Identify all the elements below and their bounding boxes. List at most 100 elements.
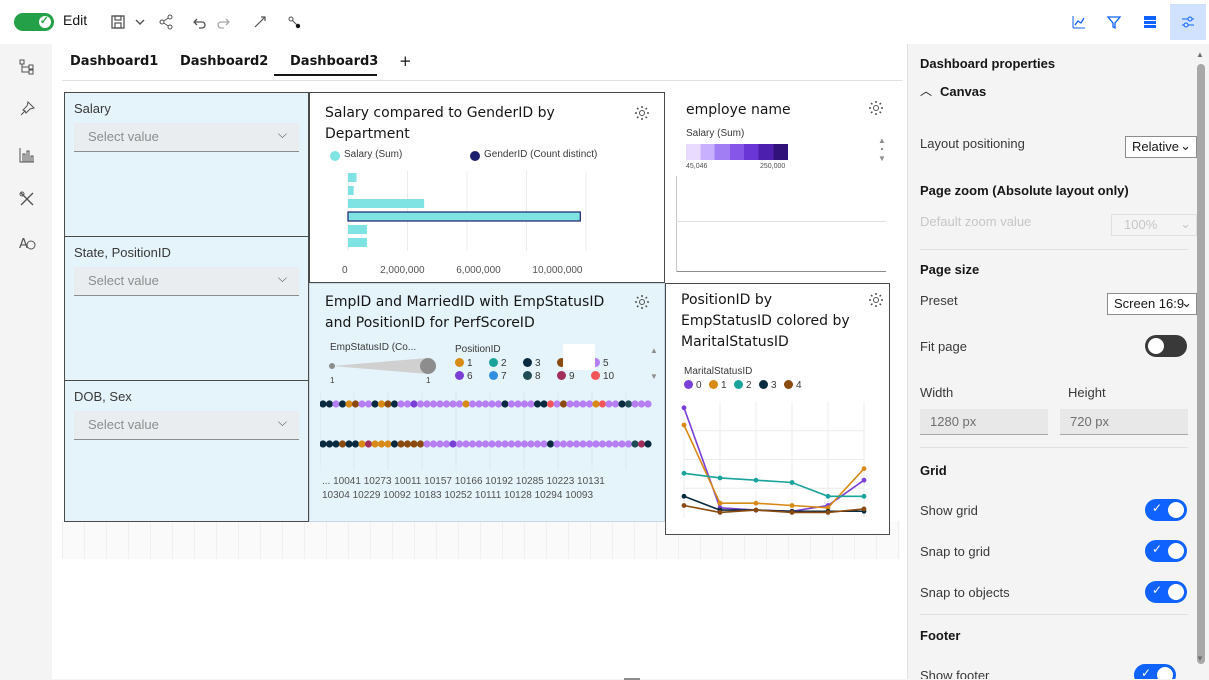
default-zoom-select[interactable]: 100% ⌄ xyxy=(1111,214,1197,236)
data-point xyxy=(462,440,470,448)
data-point xyxy=(371,440,379,448)
card-employe-name[interactable]: employe name Salary (Sum) 45,046 250,000… xyxy=(676,96,886,272)
data-point xyxy=(338,400,347,408)
collapse-icon[interactable] xyxy=(250,12,270,32)
layout-positioning-select[interactable]: Relative ⌄ xyxy=(1125,136,1197,158)
show-grid-toggle[interactable]: ✓ xyxy=(1145,499,1187,521)
data-point xyxy=(442,440,451,448)
data-point xyxy=(514,400,522,408)
tab-dashboard1[interactable]: Dashboard1 xyxy=(70,54,158,69)
x-axis-labels-line1: ... 10041 10273 10011 10157 10166 10192 … xyxy=(322,476,605,487)
undo-icon[interactable] xyxy=(189,12,209,32)
legend-item: 3 xyxy=(759,380,777,391)
marital-legend: 01234 xyxy=(684,380,864,394)
bar xyxy=(348,225,368,234)
card-position-empstatus[interactable]: PositionID by EmpStatusID colored by Mar… xyxy=(665,283,890,535)
data-point xyxy=(533,400,542,408)
scroll-down-icon[interactable]: ▼ xyxy=(1196,654,1204,663)
settings-icon[interactable] xyxy=(868,100,884,116)
data-point xyxy=(455,440,464,448)
preset-select[interactable]: Screen 16:9 ⌄ xyxy=(1107,293,1197,315)
edit-label: Edit xyxy=(63,12,88,28)
size-legend-title: EmpStatusID (Co... xyxy=(330,342,417,353)
card-salary-gender[interactable]: Salary compared to GenderID by Departmen… xyxy=(309,92,665,283)
data-point xyxy=(514,440,522,448)
data-point xyxy=(320,400,327,408)
data-point xyxy=(566,400,574,408)
card-title: EmpID and MarriedID with EmpStatusID and… xyxy=(325,294,605,331)
legend-item: 8 xyxy=(523,371,541,382)
text-edit-icon[interactable]: A xyxy=(18,234,38,254)
legend-item: 2 xyxy=(489,358,507,369)
settings-icon[interactable] xyxy=(634,294,650,310)
legend-scroll-up-icon[interactable]: ▲ xyxy=(650,346,658,355)
data-point xyxy=(358,440,366,448)
redo-icon[interactable] xyxy=(214,12,234,32)
height-label: Height xyxy=(1068,385,1106,400)
data-point xyxy=(501,400,509,408)
color-legend-title: PositionID xyxy=(455,344,501,355)
chevron-down-icon[interactable] xyxy=(130,12,150,32)
edit-toggle[interactable]: ✓ xyxy=(14,13,54,31)
magic-wand-icon[interactable] xyxy=(284,12,304,32)
data-point xyxy=(644,400,652,408)
legend-scroll-up-icon[interactable]: ▲ xyxy=(878,136,886,145)
data-point xyxy=(475,440,483,448)
panel-scrollbar[interactable] xyxy=(1197,64,1205,664)
data-point xyxy=(540,400,548,408)
width-input[interactable]: 1280 px xyxy=(920,409,1048,435)
data-point xyxy=(861,493,867,499)
properties-icon[interactable] xyxy=(1170,4,1206,40)
card-empid-married[interactable]: EmpID and MarriedID with EmpStatusID and… xyxy=(309,283,665,522)
legend-item: 9 xyxy=(557,371,575,382)
x-axis-labels-line2: 10304 10229 10092 10183 10252 10111 1012… xyxy=(322,490,594,501)
tab-dashboard3[interactable]: Dashboard3 xyxy=(290,54,378,69)
canvas-section-toggle[interactable]: ︿ Canvas xyxy=(920,82,986,100)
snap-grid-toggle[interactable]: ✓ xyxy=(1145,540,1187,562)
salary-select[interactable]: Select value ⌵ xyxy=(74,123,299,152)
data-point xyxy=(861,506,867,512)
settings-icon[interactable] xyxy=(868,292,884,308)
filter-salary[interactable]: Salary Select value ⌵ xyxy=(64,92,309,237)
legend-item: 1 xyxy=(455,358,473,369)
scroll-up-icon[interactable]: ▲ xyxy=(1196,50,1204,59)
layout-icon[interactable] xyxy=(1140,12,1160,32)
legend-item: 1 xyxy=(709,380,727,391)
bar xyxy=(348,186,354,195)
data-point xyxy=(488,440,496,448)
save-icon[interactable] xyxy=(108,12,128,32)
data-point xyxy=(585,400,594,408)
data-point xyxy=(717,500,723,506)
snap-objects-toggle[interactable]: ✓ xyxy=(1145,581,1187,603)
settings-icon[interactable] xyxy=(634,105,650,121)
size-legend xyxy=(329,358,436,374)
height-input[interactable]: 720 px xyxy=(1060,409,1188,435)
filter-state-position[interactable]: State, PositionID Select value ⌵ xyxy=(64,236,309,381)
data-point xyxy=(384,400,392,408)
legend-item: 4 xyxy=(784,380,802,391)
filter-dob-sex[interactable]: DOB, Sex Select value ⌵ xyxy=(64,380,309,522)
filter-icon[interactable] xyxy=(1104,12,1124,32)
legend-scroll-bar[interactable] xyxy=(881,148,883,150)
chart-line-icon[interactable] xyxy=(1069,12,1089,32)
add-tab-button[interactable]: + xyxy=(399,52,412,70)
dob-sex-select[interactable]: Select value ⌵ xyxy=(74,411,299,440)
data-point xyxy=(364,400,373,408)
fit-page-toggle[interactable] xyxy=(1145,335,1187,357)
salary-bar-chart: 0 2,000,000 6,000,000 10,000,000 xyxy=(342,171,587,276)
legend-scroll-down-icon[interactable]: ▼ xyxy=(878,154,886,163)
data-point xyxy=(753,477,759,483)
show-footer-toggle[interactable]: ✓ xyxy=(1134,664,1176,679)
tab-dashboard2[interactable]: Dashboard2 xyxy=(180,54,268,69)
data-point xyxy=(559,400,568,408)
bar-chart-icon[interactable] xyxy=(18,146,38,166)
legend-scroll-down-icon[interactable]: ▼ xyxy=(650,372,658,381)
scale-max: 250,000 xyxy=(760,163,786,170)
data-point xyxy=(481,440,490,448)
pin-icon[interactable] xyxy=(18,100,38,120)
state-position-select[interactable]: Select value ⌵ xyxy=(74,267,299,296)
share-icon[interactable] xyxy=(156,12,176,32)
tree-icon[interactable] xyxy=(18,58,38,78)
tools-icon[interactable] xyxy=(18,190,38,210)
empid-dot-strip xyxy=(320,392,652,470)
